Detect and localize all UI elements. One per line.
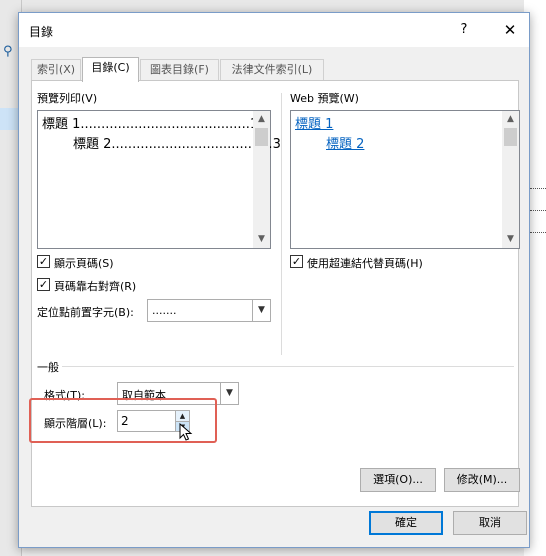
- dialog-title: 目錄: [29, 25, 54, 39]
- tab-leader-label: 定位點前置字元(B):: [37, 306, 134, 319]
- help-button[interactable]: ?: [449, 19, 479, 41]
- close-button[interactable]: ✕: [495, 19, 525, 41]
- toc-dialog: 目錄 ? ✕ 索引(X) 目錄(C) 圖表目錄(F) 法律文件索引(L) 預覽列…: [18, 12, 530, 548]
- tab-table-of-figures[interactable]: 圖表目錄(F): [140, 59, 219, 80]
- scroll-down-icon[interactable]: ▼: [502, 231, 519, 248]
- tab-leader-select[interactable]: ....... ▼: [147, 299, 271, 322]
- show-page-numbers-checkbox[interactable]: ✓: [37, 255, 50, 268]
- title-bar: 目錄 ? ✕: [19, 13, 529, 47]
- tab-index[interactable]: 索引(X): [31, 59, 81, 80]
- use-hyperlinks-checkbox[interactable]: ✓: [290, 255, 303, 268]
- use-hyperlinks-label: 使用超連結代替頁碼(H): [307, 257, 423, 270]
- chevron-down-icon[interactable]: ▼: [220, 383, 238, 404]
- print-preview-scrollbar[interactable]: ▲ ▼: [253, 111, 270, 248]
- options-button[interactable]: 選項(O)...: [360, 468, 436, 492]
- web-preview-label: Web 預覽(W): [290, 92, 359, 105]
- scroll-up-icon[interactable]: ▲: [502, 111, 519, 128]
- print-preview-entry-2: 標題 2....................................…: [73, 137, 281, 152]
- show-page-numbers-label: 顯示頁碼(S): [54, 257, 114, 270]
- background-toolbar: [22, 0, 524, 12]
- web-preview-box: 標題 1 標題 2 ▲ ▼: [290, 110, 520, 249]
- scroll-up-icon[interactable]: ▲: [253, 111, 270, 128]
- chevron-down-icon[interactable]: ▼: [252, 300, 270, 321]
- modify-button[interactable]: 修改(M)...: [444, 468, 520, 492]
- background-dotted-line: [530, 232, 546, 233]
- right-align-label: 頁碼靠右對齊(R): [54, 280, 137, 293]
- tab-leader-value: .......: [152, 304, 177, 317]
- web-preview-link-1[interactable]: 標題 1: [295, 113, 333, 132]
- web-preview-scrollbar[interactable]: ▲ ▼: [502, 111, 519, 248]
- search-icon: ⚲: [3, 44, 13, 59]
- tab-table-of-authorities[interactable]: 法律文件索引(L): [220, 59, 324, 80]
- scroll-thumb[interactable]: [504, 128, 517, 146]
- web-preview-link-2[interactable]: 標題 2: [326, 133, 364, 152]
- print-preview-entry-1: 標題 1....................................…: [42, 117, 259, 132]
- right-align-checkbox[interactable]: ✓: [37, 278, 50, 291]
- background-dotted-line: [530, 210, 546, 211]
- ok-button[interactable]: 確定: [369, 511, 443, 535]
- mouse-cursor-icon: [179, 423, 193, 441]
- scroll-thumb[interactable]: [255, 128, 268, 146]
- background-dotted-line: [530, 188, 546, 189]
- general-heading: 一般: [37, 361, 59, 374]
- column-divider: [281, 93, 282, 355]
- print-preview-box: 標題 1....................................…: [37, 110, 281, 249]
- print-preview-label: 預覽列印(V): [37, 92, 98, 105]
- cancel-button[interactable]: 取消: [453, 511, 527, 535]
- general-divider: [62, 366, 514, 367]
- scroll-down-icon[interactable]: ▼: [253, 231, 270, 248]
- tab-toc[interactable]: 目錄(C): [82, 57, 139, 82]
